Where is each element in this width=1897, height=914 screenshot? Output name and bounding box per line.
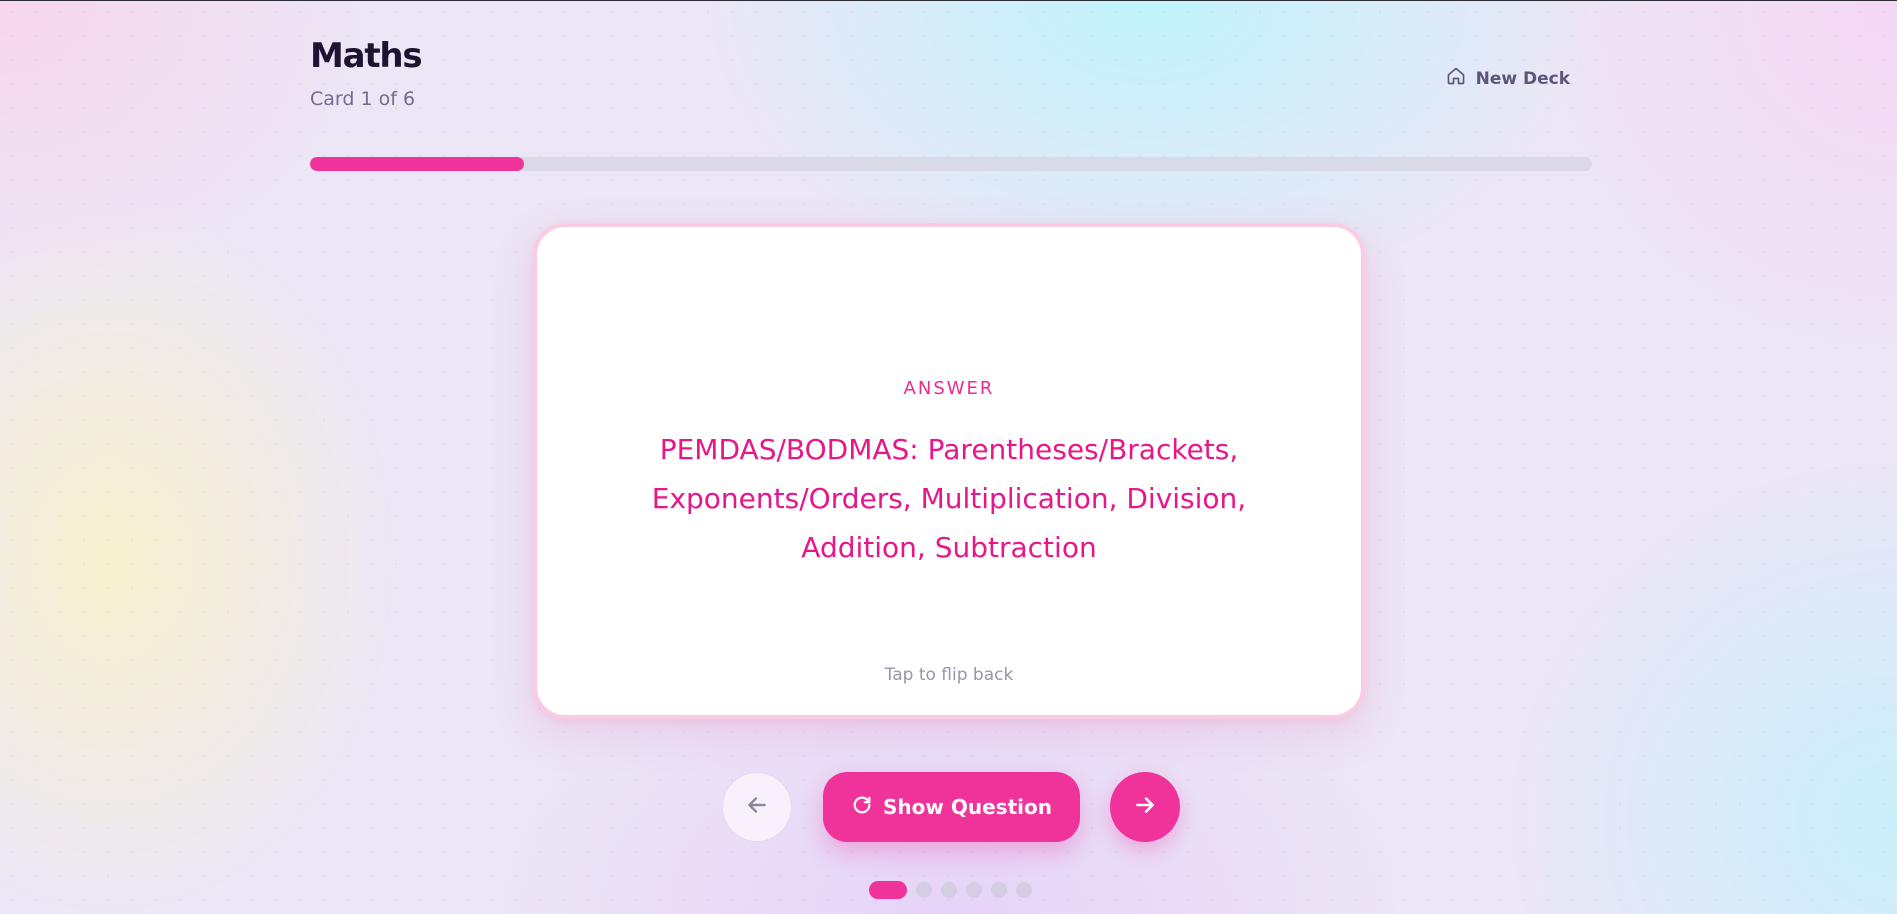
show-question-button[interactable]: Show Question — [823, 772, 1080, 842]
card-counter: Card 1 of 6 — [310, 88, 416, 110]
card-pagination — [869, 881, 1032, 899]
card-answer-text: PEMDAS/BODMAS: Parentheses/Brackets, Exp… — [651, 433, 1247, 564]
deck-title: Maths — [310, 36, 423, 76]
flip-hint: Tap to flip back — [884, 665, 1014, 685]
arrow-left-icon — [744, 792, 770, 822]
progress-bar — [310, 157, 1592, 171]
pagination-dot[interactable] — [869, 881, 907, 899]
window-top-border — [0, 0, 1897, 1]
new-deck-label: New Deck — [1475, 68, 1570, 89]
arrow-right-icon — [1132, 792, 1158, 822]
next-card-button[interactable] — [1110, 772, 1180, 842]
card-side-label: ANSWER — [903, 378, 995, 399]
previous-card-button[interactable] — [722, 772, 792, 842]
pagination-dot[interactable] — [941, 882, 957, 898]
flashcard[interactable]: ANSWER PEMDAS/BODMAS: Parentheses/Bracke… — [533, 223, 1365, 719]
home-icon — [1446, 66, 1466, 91]
pagination-dot[interactable] — [966, 882, 982, 898]
show-question-label: Show Question — [883, 795, 1052, 819]
pagination-dot[interactable] — [916, 882, 932, 898]
new-deck-button[interactable]: New Deck — [1446, 66, 1570, 91]
pagination-dot[interactable] — [1016, 882, 1032, 898]
pagination-dot[interactable] — [991, 882, 1007, 898]
deck-header: Maths Card 1 of 6 New Deck — [310, 36, 1592, 116]
progress-bar-fill — [310, 157, 524, 171]
refresh-icon — [851, 794, 873, 821]
